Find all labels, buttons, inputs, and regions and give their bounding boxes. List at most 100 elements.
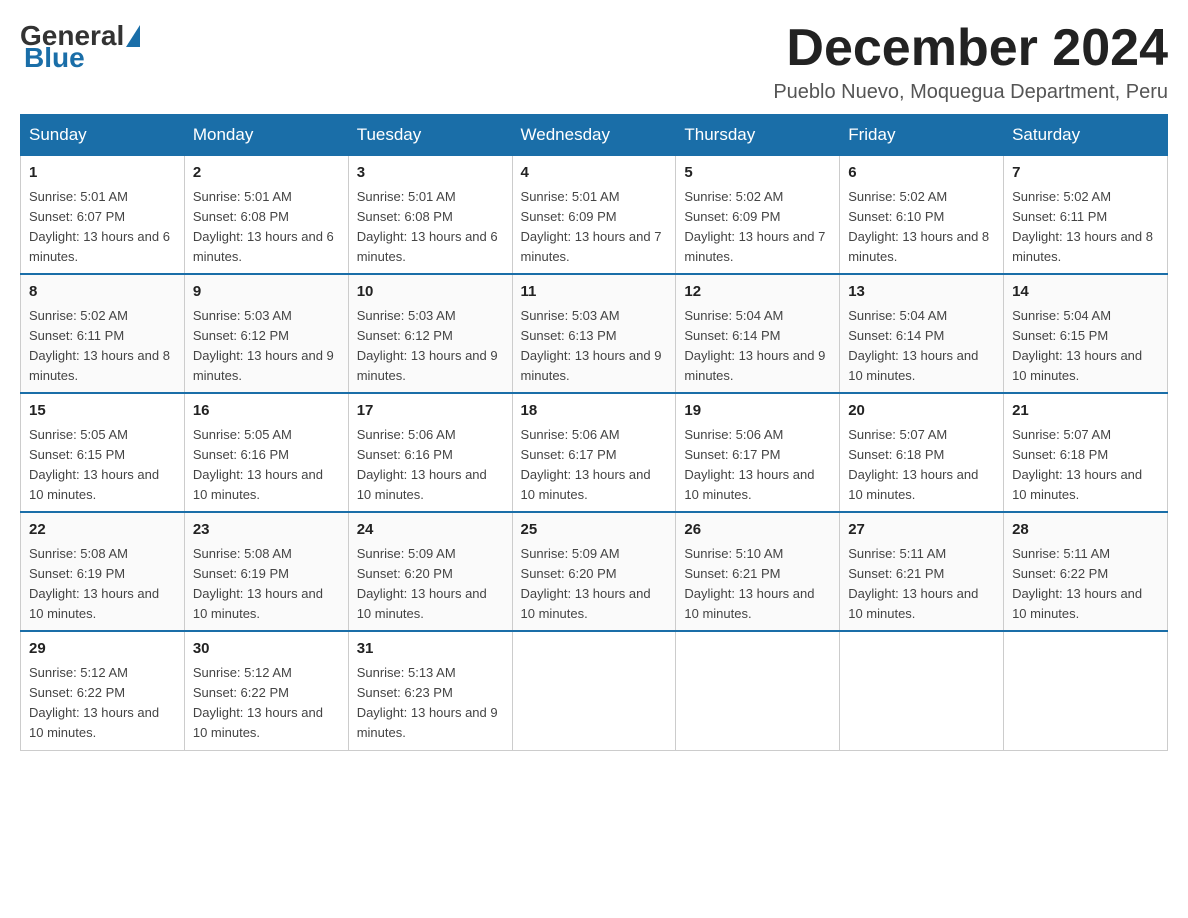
day-number: 23 bbox=[193, 519, 340, 542]
calendar-cell: 6 Sunrise: 5:02 AMSunset: 6:10 PMDayligh… bbox=[840, 156, 1004, 275]
calendar-cell: 4 Sunrise: 5:01 AMSunset: 6:09 PMDayligh… bbox=[512, 156, 676, 275]
day-number: 7 bbox=[1012, 162, 1159, 185]
day-info: Sunrise: 5:06 AMSunset: 6:16 PMDaylight:… bbox=[357, 427, 487, 502]
day-number: 3 bbox=[357, 162, 504, 185]
month-title: December 2024 bbox=[773, 20, 1168, 77]
day-info: Sunrise: 5:12 AMSunset: 6:22 PMDaylight:… bbox=[29, 665, 159, 740]
calendar-cell: 5 Sunrise: 5:02 AMSunset: 6:09 PMDayligh… bbox=[676, 156, 840, 275]
calendar-cell: 30 Sunrise: 5:12 AMSunset: 6:22 PMDaylig… bbox=[184, 631, 348, 750]
day-info: Sunrise: 5:11 AMSunset: 6:22 PMDaylight:… bbox=[1012, 546, 1142, 621]
weekday-header-monday: Monday bbox=[184, 115, 348, 156]
day-info: Sunrise: 5:08 AMSunset: 6:19 PMDaylight:… bbox=[29, 546, 159, 621]
day-info: Sunrise: 5:01 AMSunset: 6:07 PMDaylight:… bbox=[29, 189, 170, 264]
day-info: Sunrise: 5:13 AMSunset: 6:23 PMDaylight:… bbox=[357, 665, 498, 740]
calendar-week-row: 1 Sunrise: 5:01 AMSunset: 6:07 PMDayligh… bbox=[21, 156, 1168, 275]
calendar-cell: 23 Sunrise: 5:08 AMSunset: 6:19 PMDaylig… bbox=[184, 512, 348, 631]
calendar-cell bbox=[676, 631, 840, 750]
day-number: 14 bbox=[1012, 281, 1159, 304]
day-info: Sunrise: 5:01 AMSunset: 6:09 PMDaylight:… bbox=[521, 189, 662, 264]
day-info: Sunrise: 5:05 AMSunset: 6:16 PMDaylight:… bbox=[193, 427, 323, 502]
calendar-cell bbox=[512, 631, 676, 750]
calendar-cell: 11 Sunrise: 5:03 AMSunset: 6:13 PMDaylig… bbox=[512, 274, 676, 393]
calendar-cell: 2 Sunrise: 5:01 AMSunset: 6:08 PMDayligh… bbox=[184, 156, 348, 275]
day-number: 5 bbox=[684, 162, 831, 185]
day-info: Sunrise: 5:02 AMSunset: 6:11 PMDaylight:… bbox=[29, 308, 170, 383]
day-info: Sunrise: 5:07 AMSunset: 6:18 PMDaylight:… bbox=[848, 427, 978, 502]
day-info: Sunrise: 5:04 AMSunset: 6:14 PMDaylight:… bbox=[684, 308, 825, 383]
day-number: 18 bbox=[521, 400, 668, 423]
day-number: 31 bbox=[357, 638, 504, 661]
day-number: 30 bbox=[193, 638, 340, 661]
day-number: 28 bbox=[1012, 519, 1159, 542]
day-info: Sunrise: 5:07 AMSunset: 6:18 PMDaylight:… bbox=[1012, 427, 1142, 502]
day-info: Sunrise: 5:10 AMSunset: 6:21 PMDaylight:… bbox=[684, 546, 814, 621]
day-number: 6 bbox=[848, 162, 995, 185]
calendar-cell: 10 Sunrise: 5:03 AMSunset: 6:12 PMDaylig… bbox=[348, 274, 512, 393]
day-number: 26 bbox=[684, 519, 831, 542]
weekday-header-tuesday: Tuesday bbox=[348, 115, 512, 156]
day-info: Sunrise: 5:01 AMSunset: 6:08 PMDaylight:… bbox=[357, 189, 498, 264]
day-info: Sunrise: 5:06 AMSunset: 6:17 PMDaylight:… bbox=[521, 427, 651, 502]
day-info: Sunrise: 5:03 AMSunset: 6:12 PMDaylight:… bbox=[357, 308, 498, 383]
day-info: Sunrise: 5:11 AMSunset: 6:21 PMDaylight:… bbox=[848, 546, 978, 621]
calendar-cell: 7 Sunrise: 5:02 AMSunset: 6:11 PMDayligh… bbox=[1004, 156, 1168, 275]
day-info: Sunrise: 5:09 AMSunset: 6:20 PMDaylight:… bbox=[521, 546, 651, 621]
calendar-cell: 20 Sunrise: 5:07 AMSunset: 6:18 PMDaylig… bbox=[840, 393, 1004, 512]
calendar-cell: 8 Sunrise: 5:02 AMSunset: 6:11 PMDayligh… bbox=[21, 274, 185, 393]
weekday-header-sunday: Sunday bbox=[21, 115, 185, 156]
day-info: Sunrise: 5:06 AMSunset: 6:17 PMDaylight:… bbox=[684, 427, 814, 502]
calendar-cell: 31 Sunrise: 5:13 AMSunset: 6:23 PMDaylig… bbox=[348, 631, 512, 750]
day-info: Sunrise: 5:02 AMSunset: 6:10 PMDaylight:… bbox=[848, 189, 989, 264]
calendar-week-row: 15 Sunrise: 5:05 AMSunset: 6:15 PMDaylig… bbox=[21, 393, 1168, 512]
day-number: 19 bbox=[684, 400, 831, 423]
page-header: General Blue December 2024 Pueblo Nuevo,… bbox=[20, 20, 1168, 104]
day-info: Sunrise: 5:02 AMSunset: 6:09 PMDaylight:… bbox=[684, 189, 825, 264]
weekday-header-wednesday: Wednesday bbox=[512, 115, 676, 156]
day-number: 2 bbox=[193, 162, 340, 185]
day-number: 11 bbox=[521, 281, 668, 304]
day-number: 16 bbox=[193, 400, 340, 423]
weekday-header-saturday: Saturday bbox=[1004, 115, 1168, 156]
calendar-cell: 3 Sunrise: 5:01 AMSunset: 6:08 PMDayligh… bbox=[348, 156, 512, 275]
weekday-header-thursday: Thursday bbox=[676, 115, 840, 156]
day-number: 22 bbox=[29, 519, 176, 542]
day-number: 13 bbox=[848, 281, 995, 304]
day-info: Sunrise: 5:01 AMSunset: 6:08 PMDaylight:… bbox=[193, 189, 334, 264]
logo-triangle-icon bbox=[126, 25, 140, 47]
calendar-cell: 25 Sunrise: 5:09 AMSunset: 6:20 PMDaylig… bbox=[512, 512, 676, 631]
calendar-week-row: 29 Sunrise: 5:12 AMSunset: 6:22 PMDaylig… bbox=[21, 631, 1168, 750]
calendar-week-row: 8 Sunrise: 5:02 AMSunset: 6:11 PMDayligh… bbox=[21, 274, 1168, 393]
calendar-week-row: 22 Sunrise: 5:08 AMSunset: 6:19 PMDaylig… bbox=[21, 512, 1168, 631]
calendar-cell: 15 Sunrise: 5:05 AMSunset: 6:15 PMDaylig… bbox=[21, 393, 185, 512]
calendar-cell: 21 Sunrise: 5:07 AMSunset: 6:18 PMDaylig… bbox=[1004, 393, 1168, 512]
calendar-cell bbox=[1004, 631, 1168, 750]
calendar-cell: 22 Sunrise: 5:08 AMSunset: 6:19 PMDaylig… bbox=[21, 512, 185, 631]
day-number: 10 bbox=[357, 281, 504, 304]
logo-blue-text: Blue bbox=[24, 42, 85, 74]
day-number: 25 bbox=[521, 519, 668, 542]
day-number: 8 bbox=[29, 281, 176, 304]
calendar-cell: 29 Sunrise: 5:12 AMSunset: 6:22 PMDaylig… bbox=[21, 631, 185, 750]
calendar-cell: 1 Sunrise: 5:01 AMSunset: 6:07 PMDayligh… bbox=[21, 156, 185, 275]
day-info: Sunrise: 5:03 AMSunset: 6:12 PMDaylight:… bbox=[193, 308, 334, 383]
day-number: 21 bbox=[1012, 400, 1159, 423]
calendar-table: SundayMondayTuesdayWednesdayThursdayFrid… bbox=[20, 114, 1168, 750]
calendar-cell: 18 Sunrise: 5:06 AMSunset: 6:17 PMDaylig… bbox=[512, 393, 676, 512]
day-info: Sunrise: 5:04 AMSunset: 6:15 PMDaylight:… bbox=[1012, 308, 1142, 383]
day-info: Sunrise: 5:04 AMSunset: 6:14 PMDaylight:… bbox=[848, 308, 978, 383]
calendar-cell: 26 Sunrise: 5:10 AMSunset: 6:21 PMDaylig… bbox=[676, 512, 840, 631]
calendar-cell: 13 Sunrise: 5:04 AMSunset: 6:14 PMDaylig… bbox=[840, 274, 1004, 393]
calendar-cell: 27 Sunrise: 5:11 AMSunset: 6:21 PMDaylig… bbox=[840, 512, 1004, 631]
title-area: December 2024 Pueblo Nuevo, Moquegua Dep… bbox=[773, 20, 1168, 104]
day-info: Sunrise: 5:02 AMSunset: 6:11 PMDaylight:… bbox=[1012, 189, 1153, 264]
day-number: 1 bbox=[29, 162, 176, 185]
day-number: 12 bbox=[684, 281, 831, 304]
day-number: 15 bbox=[29, 400, 176, 423]
day-number: 24 bbox=[357, 519, 504, 542]
weekday-header-friday: Friday bbox=[840, 115, 1004, 156]
logo: General Blue bbox=[20, 20, 142, 74]
calendar-cell: 24 Sunrise: 5:09 AMSunset: 6:20 PMDaylig… bbox=[348, 512, 512, 631]
day-info: Sunrise: 5:12 AMSunset: 6:22 PMDaylight:… bbox=[193, 665, 323, 740]
day-number: 17 bbox=[357, 400, 504, 423]
location-subtitle: Pueblo Nuevo, Moquegua Department, Peru bbox=[773, 81, 1168, 104]
